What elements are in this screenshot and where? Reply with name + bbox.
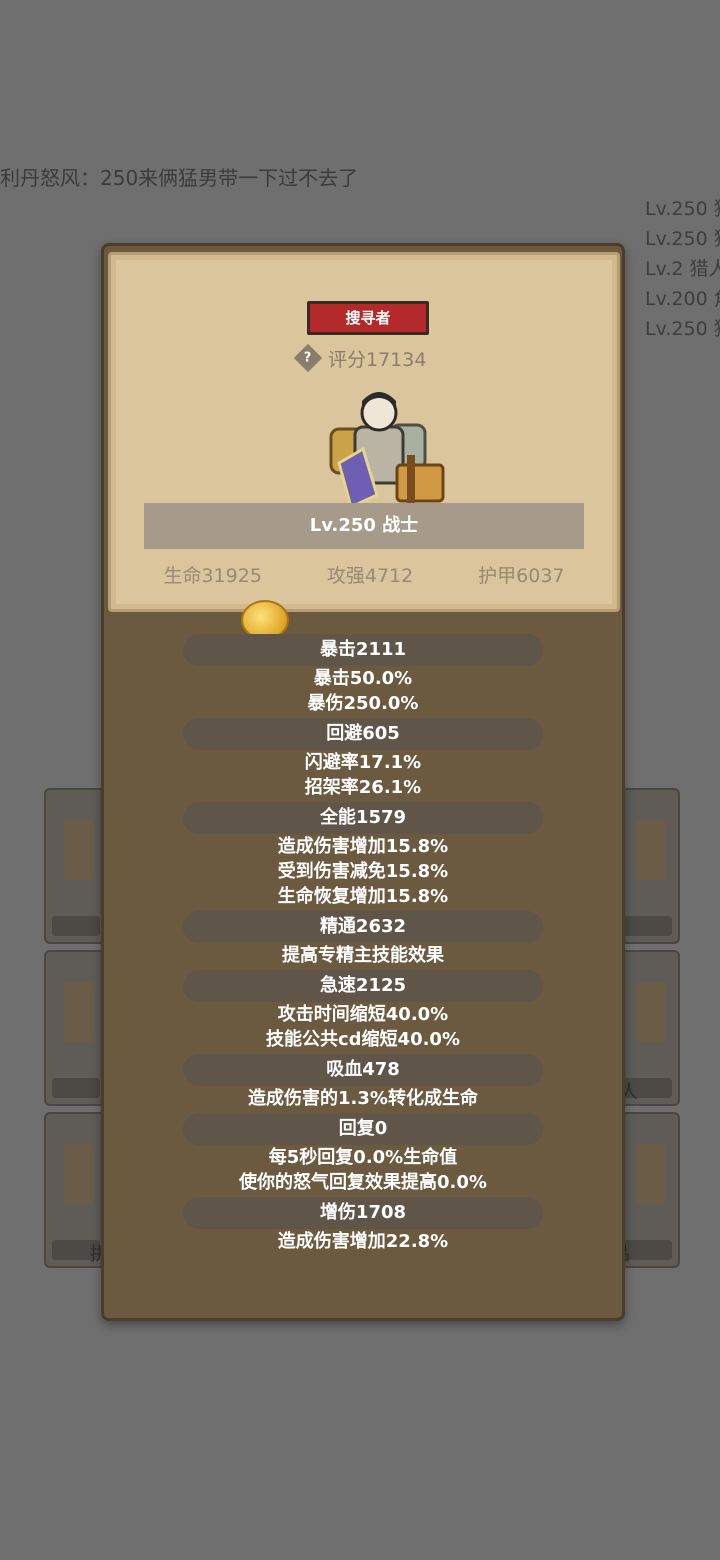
score-row: ? 评分17134 xyxy=(293,343,427,373)
attribute-list: 暴击2111 暴击50.0% 暴伤250.0% 回避605 闪避率17.1% 招… xyxy=(104,634,622,1256)
attribute-detail: 攻击时间缩短40.0% xyxy=(277,1004,449,1025)
attribute-detail: 每5秒回复0.0%生命值 xyxy=(268,1147,458,1168)
hammer-handle xyxy=(407,455,415,505)
bg-hero-card[interactable] xyxy=(616,788,680,944)
hero-figure-icon xyxy=(64,1144,94,1204)
attribute-detail: 闪避率17.1% xyxy=(304,752,422,773)
hero-figure-icon xyxy=(64,820,94,880)
attribute-detail: 暴伤250.0% xyxy=(307,693,419,714)
title-badge: 搜寻者 xyxy=(307,301,429,335)
attribute-group: 回避605 闪避率17.1% 招架率26.1% xyxy=(104,718,622,800)
side-list-item[interactable]: Lv.250 猎 xyxy=(645,224,720,254)
attribute-group: 暴击2111 暴击50.0% 暴伤250.0% xyxy=(104,634,622,716)
attribute-group: 增伤1708 造成伤害增加22.8% xyxy=(104,1197,622,1254)
attribute-detail: 使你的怒气回复效果提高0.0% xyxy=(239,1172,487,1193)
attribute-group: 吸血478 造成伤害的1.3%转化成生命 xyxy=(104,1054,622,1111)
attribute-header: 吸血478 xyxy=(183,1054,543,1086)
card-bar xyxy=(624,916,672,936)
side-player-list: Lv.250 猎 Lv.250 猎 Lv.2 猎人 Lv.200 角 Lv.25… xyxy=(645,194,720,344)
attribute-header: 全能1579 xyxy=(183,802,543,834)
hero-figure-icon xyxy=(64,982,94,1042)
help-icon[interactable]: ? xyxy=(293,343,323,373)
hero-summary-panel: 搜寻者 ? 评分17134 Lv.250 战士 生命31925 攻强4712 护… xyxy=(108,252,620,612)
side-list-item[interactable]: Lv.250 猎 xyxy=(645,314,720,344)
bg-hero-card[interactable] xyxy=(44,950,108,1106)
attribute-group: 急速2125 攻击时间缩短40.0% 技能公共cd缩短40.0% xyxy=(104,970,622,1052)
attribute-detail: 暴击50.0% xyxy=(313,668,413,689)
attribute-detail: 造成伤害的1.3%转化成生命 xyxy=(248,1088,478,1109)
hero-figure-icon xyxy=(636,820,666,880)
attribute-detail: 受到伤害减免15.8% xyxy=(277,861,449,882)
attribute-header: 增伤1708 xyxy=(183,1197,543,1229)
attribute-detail: 造成伤害增加22.8% xyxy=(277,1231,449,1252)
hero-figure-icon xyxy=(636,1144,666,1204)
attribute-group: 全能1579 造成伤害增加15.8% 受到伤害减免15.8% 生命恢复增加15.… xyxy=(104,802,622,909)
bg-hero-card[interactable] xyxy=(44,788,108,944)
stat-armor: 护甲6037 xyxy=(478,565,565,587)
stat-attack: 攻强4712 xyxy=(326,565,414,587)
attribute-detail: 造成伤害增加15.8% xyxy=(277,836,449,857)
side-list-item[interactable]: Lv.250 猎 xyxy=(645,194,720,224)
attribute-detail: 招架率26.1% xyxy=(304,777,422,798)
side-list-item[interactable]: Lv.200 角 xyxy=(645,284,720,314)
attribute-header: 回避605 xyxy=(183,718,543,750)
attribute-detail: 提高专精主技能效果 xyxy=(282,945,444,966)
help-icon-glyph: ? xyxy=(304,350,312,366)
attribute-group: 精通2632 提高专精主技能效果 xyxy=(104,911,622,968)
hero-figure-icon xyxy=(636,982,666,1042)
stat-hp: 生命31925 xyxy=(163,565,262,587)
warrior-avatar xyxy=(329,392,445,510)
attribute-group: 回复0 每5秒回复0.0%生命值 使你的怒气回复效果提高0.0% xyxy=(104,1113,622,1195)
score-text: 评分17134 xyxy=(328,348,427,371)
attribute-header: 急速2125 xyxy=(183,970,543,1002)
base-stats: 生命31925 攻强4712 护甲6037 xyxy=(131,561,597,588)
side-list-item[interactable]: Lv.2 猎人 xyxy=(645,254,720,284)
card-bar xyxy=(52,1078,100,1098)
chat-message: 利丹怒风：250来俩猛男带一下过不去了 xyxy=(0,166,359,190)
card-bar xyxy=(624,1240,672,1260)
attribute-detail: 技能公共cd缩短40.0% xyxy=(265,1029,460,1050)
attribute-header: 回复0 xyxy=(183,1113,543,1145)
card-bar xyxy=(52,916,100,936)
attribute-detail: 生命恢复增加15.8% xyxy=(277,886,449,907)
attribute-header: 精通2632 xyxy=(183,911,543,943)
hero-title: Lv.250 战士 xyxy=(144,503,584,549)
hammer-head xyxy=(395,463,445,503)
attribute-header: 暴击2111 xyxy=(183,634,543,666)
hero-detail-dialog: 搜寻者 ? 评分17134 Lv.250 战士 生命31925 攻强4712 护… xyxy=(101,243,625,1321)
